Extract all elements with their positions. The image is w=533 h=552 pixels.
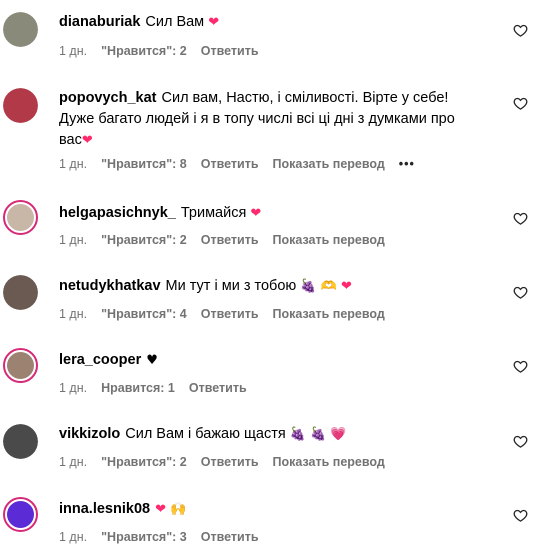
reply-button[interactable]: Ответить (201, 44, 259, 58)
comment-likes[interactable]: "Нравится": 2 (101, 44, 187, 58)
reply-button[interactable]: Ответить (201, 455, 259, 469)
comment-text-block: helgapasichnyk_ Тримайся ❤ (59, 203, 469, 224)
avatar[interactable] (3, 275, 38, 310)
translate-button[interactable]: Показать перевод (273, 307, 385, 321)
comment-username[interactable]: inna.lesnik08 (59, 501, 150, 517)
avatar[interactable] (3, 348, 38, 383)
comment-username[interactable]: netudykhatkav (59, 278, 161, 294)
comment-text: Ми тут і ми з тобою (165, 278, 297, 294)
reply-button[interactable]: Ответить (201, 530, 259, 544)
avatar-image (7, 501, 34, 528)
comment-text: Сил Вам (145, 14, 205, 30)
comment-time[interactable]: 1 дн. (59, 530, 87, 544)
comment-time[interactable]: 1 дн. (59, 455, 87, 469)
comment-text: Сил Вам і бажаю щастя (125, 426, 286, 442)
comment-meta: 1 дн. "Нравится": 2 Ответить (59, 44, 273, 58)
comment-meta: 1 дн. "Нравится": 2 Ответить Показать перев… (59, 455, 399, 469)
avatar-image (3, 88, 38, 123)
comment-text-block: popovych_kat Сил вам, Настю, і сміливості… (59, 88, 469, 151)
heart-emoji: ❤ (81, 133, 93, 148)
comment-time[interactable]: 1 дн. (59, 233, 87, 247)
avatar[interactable] (3, 200, 38, 235)
comment-likes[interactable]: "Нравится": 2 (101, 233, 187, 247)
avatar[interactable] (3, 424, 38, 459)
heart-emoji: ❤ (250, 206, 262, 221)
comment-likes[interactable]: "Нравится": 3 (101, 530, 187, 544)
comment-likes[interactable]: Нравится: 1 (101, 381, 175, 395)
comment-meta: 1 дн. "Нравится": 8 Ответить Показать перев… (59, 157, 429, 171)
avatar-image (3, 275, 38, 310)
avatar-image (7, 352, 34, 379)
heart-icon[interactable] (513, 96, 528, 111)
comment-meta: 1 дн. Нравится: 1 Ответить (59, 381, 261, 395)
heart-icon[interactable] (513, 434, 528, 449)
comment-username[interactable]: dianaburiak (59, 14, 140, 30)
comment-text-block: inna.lesnik08 ❤ 🙌 (59, 499, 469, 520)
heart-icon[interactable] (513, 211, 528, 226)
avatar-image (3, 424, 38, 459)
emoji-group: 🍇 🫶 ❤ (300, 279, 352, 294)
comment-likes[interactable]: "Нравится": 8 (101, 157, 187, 171)
heart-icon[interactable] (513, 23, 528, 38)
emoji-group: 🍇 🍇 💗 (289, 427, 347, 442)
heart-icon[interactable] (513, 285, 528, 300)
reply-button[interactable]: Ответить (189, 381, 247, 395)
comment-text-block: lera_cooper ♥ (59, 350, 469, 371)
avatar[interactable] (3, 497, 38, 532)
comment-text-block: netudykhatkav Ми тут і ми з тобою 🍇 🫶 ❤ (59, 276, 469, 297)
comment-time[interactable]: 1 дн. (59, 157, 87, 171)
comment-username[interactable]: lera_cooper (59, 352, 141, 368)
heart-emoji: ❤ (208, 15, 220, 30)
heart-icon[interactable] (513, 359, 528, 374)
more-options-icon[interactable]: ••• (399, 157, 415, 171)
comment-text-block: dianaburiak Сил Вам ❤ (59, 12, 469, 33)
comment-likes[interactable]: "Нравится": 4 (101, 307, 187, 321)
reply-button[interactable]: Ответить (201, 157, 259, 171)
comment-username[interactable]: popovych_kat (59, 90, 157, 106)
reply-button[interactable]: Ответить (201, 307, 259, 321)
avatar[interactable] (3, 88, 38, 123)
comment-meta: 1 дн. "Нравится": 2 Ответить Показать перев… (59, 233, 399, 247)
heart-icon[interactable] (513, 508, 528, 523)
avatar[interactable] (3, 12, 38, 47)
comment-meta: 1 дн. "Нравится": 4 Ответить Показать перев… (59, 307, 399, 321)
comment-username[interactable]: vikkizolo (59, 426, 120, 442)
comment-likes[interactable]: "Нравится": 2 (101, 455, 187, 469)
comment-username[interactable]: helgapasichnyk_ (59, 205, 176, 221)
comment-text-block: vikkizolo Сил Вам і бажаю щастя 🍇 🍇 💗 (59, 424, 469, 445)
comment-meta: 1 дн. "Нравится": 3 Ответить (59, 530, 273, 544)
comment-time[interactable]: 1 дн. (59, 307, 87, 321)
translate-button[interactable]: Показать перевод (273, 157, 385, 171)
comment-time[interactable]: 1 дн. (59, 44, 87, 58)
comment-text: Тримайся (180, 205, 247, 221)
translate-button[interactable]: Показать перевод (273, 455, 385, 469)
avatar-image (7, 204, 34, 231)
heart-emoji: ♥ (146, 353, 158, 368)
comment-time[interactable]: 1 дн. (59, 381, 87, 395)
avatar-image (3, 12, 38, 47)
emoji-group: ❤ 🙌 (155, 502, 187, 517)
translate-button[interactable]: Показать перевод (273, 233, 385, 247)
reply-button[interactable]: Ответить (201, 233, 259, 247)
